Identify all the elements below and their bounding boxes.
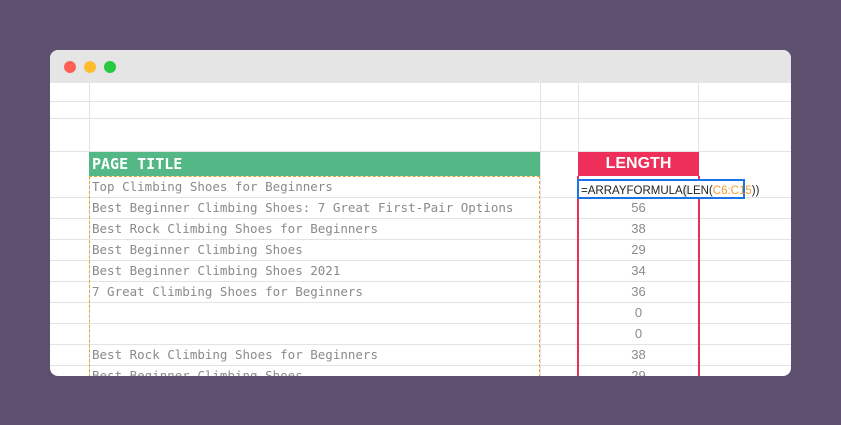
gridline [540,83,541,376]
length-cell[interactable]: 29 [578,365,699,376]
close-button[interactable] [64,61,76,73]
title-cell[interactable]: 7 Great Climbing Shoes for Beginners [92,281,363,302]
minimize-button[interactable] [84,61,96,73]
length-header[interactable]: LENGTH [578,152,699,176]
length-cell[interactable]: 36 [578,281,699,302]
gridline [50,118,791,119]
formula-range: C6:C15 [712,185,752,197]
length-cell[interactable]: 0 [578,302,699,323]
formula-close: )) [751,185,760,197]
title-cell[interactable]: Best Beginner Climbing Shoes [92,239,303,260]
page-title-header[interactable]: PAGE TITLE [89,152,540,176]
length-cell[interactable]: 38 [578,218,699,239]
title-cell[interactable]: Best Beginner Climbing Shoes 2021 [92,260,340,281]
gridline [50,101,791,102]
length-cell[interactable]: 0 [578,323,699,344]
formula-len: LEN( [686,185,713,197]
length-cell[interactable]: 38 [578,344,699,365]
length-cell[interactable]: 34 [578,260,699,281]
title-bar [50,50,791,83]
maximize-button[interactable] [104,61,116,73]
spreadsheet-grid[interactable]: PAGE TITLE LENGTH =ARRAYFORMULA(LEN(C6:C… [50,83,791,376]
formula-cell-editor[interactable]: =ARRAYFORMULA(LEN(C6:C15)) [577,179,759,199]
title-cell[interactable]: Best Rock Climbing Shoes for Beginners [92,344,378,365]
length-cell[interactable]: 56 [578,197,699,218]
app-window: PAGE TITLE LENGTH =ARRAYFORMULA(LEN(C6:C… [50,50,791,376]
formula-function: =ARRAYFORMULA [581,185,683,197]
title-cell[interactable]: Top Climbing Shoes for Beginners [92,176,333,197]
title-cell[interactable]: Best Rock Climbing Shoes for Beginners [92,218,378,239]
title-cell[interactable]: Best Beginner Climbing Shoes [92,365,303,376]
title-cell[interactable]: Best Beginner Climbing Shoes: 7 Great Fi… [92,197,513,218]
length-cell[interactable]: 29 [578,239,699,260]
